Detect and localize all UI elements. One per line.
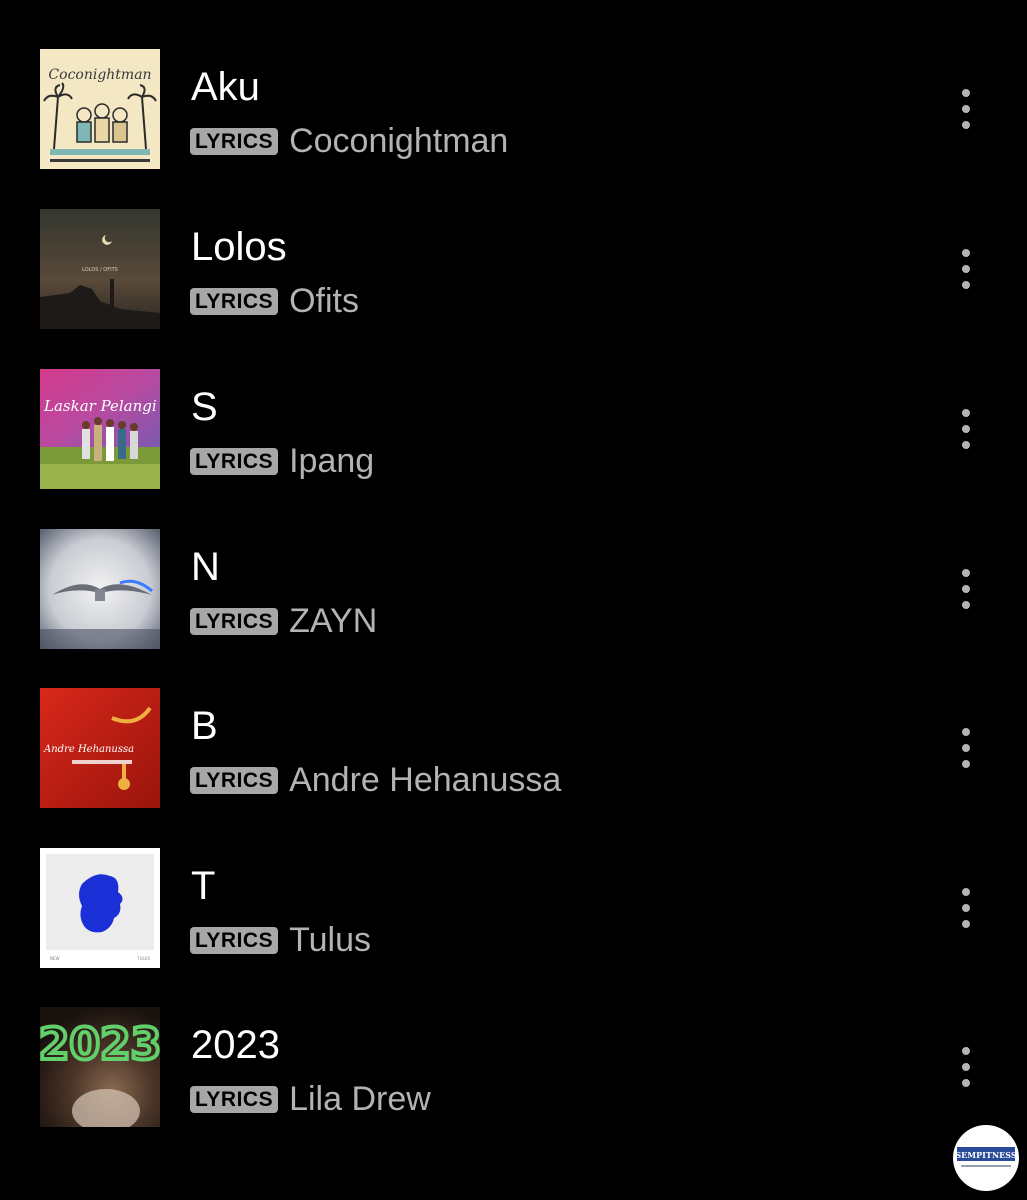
more-dots-icon bbox=[962, 89, 970, 97]
cover-footer-left: NEW bbox=[50, 956, 60, 961]
track-meta: LYRICS Ipang bbox=[190, 441, 374, 481]
artist-name: Andre Hehanussa bbox=[289, 761, 562, 799]
more-dots-icon bbox=[962, 409, 970, 417]
track-row[interactable]: LOLOS / OFITS Lolos LYRICS Ofits bbox=[0, 209, 1027, 369]
track-meta: LYRICS Coconightman bbox=[190, 121, 508, 161]
artist-name: Coconightman bbox=[289, 122, 509, 160]
track-title: T bbox=[191, 864, 216, 908]
track-meta: LYRICS Tulus bbox=[190, 920, 371, 960]
track-row[interactable]: Coconightman Aku LYRICS Coconightman bbox=[0, 49, 1027, 209]
more-dots-icon bbox=[962, 728, 970, 736]
more-dots-icon bbox=[962, 1047, 970, 1055]
more-options-button[interactable] bbox=[946, 878, 986, 938]
album-art-laskar-pelangi: Laskar Pelangi bbox=[40, 369, 160, 489]
artist-name: Lila Drew bbox=[289, 1080, 431, 1118]
more-options-button[interactable] bbox=[946, 399, 986, 459]
lyrics-badge: LYRICS bbox=[190, 447, 279, 475]
watermark-text: SEMPITNESS bbox=[955, 1150, 1016, 1160]
track-row[interactable]: Laskar Pelangi S LYRICS Ipang bbox=[0, 369, 1027, 529]
lyrics-badge: LYRICS bbox=[190, 766, 279, 794]
track-row[interactable]: N LYRICS ZAYN bbox=[0, 529, 1027, 689]
album-art-ofits: LOLOS / OFITS bbox=[40, 209, 160, 329]
cover-script-text: Laskar Pelangi bbox=[43, 397, 157, 415]
album-art-zayn bbox=[40, 529, 160, 649]
track-meta: LYRICS Lila Drew bbox=[190, 1079, 431, 1119]
track-title: 2023 bbox=[191, 1023, 280, 1067]
artist-name: Ofits bbox=[289, 282, 359, 320]
track-title: Lolos bbox=[191, 225, 287, 269]
more-options-button[interactable] bbox=[946, 79, 986, 139]
lyrics-badge: LYRICS bbox=[190, 607, 279, 635]
cover-script-text: 2023 bbox=[40, 1019, 160, 1070]
album-art-tulus: NEW TULUS bbox=[40, 848, 160, 968]
track-title: B bbox=[191, 704, 218, 748]
more-options-button[interactable] bbox=[946, 559, 986, 619]
track-title: Aku bbox=[191, 65, 260, 109]
cover-script-text: Andre Hehanussa bbox=[43, 744, 134, 755]
more-dots-icon bbox=[962, 249, 970, 257]
track-meta: LYRICS Andre Hehanussa bbox=[190, 760, 561, 800]
lyrics-badge: LYRICS bbox=[190, 1085, 279, 1113]
artist-name: ZAYN bbox=[289, 602, 378, 640]
album-art-coconightman: Coconightman bbox=[40, 49, 160, 169]
track-row[interactable]: Andre Hehanussa B LYRICS Andre Hehanussa bbox=[0, 688, 1027, 848]
watermark-logo: SEMPITNESS bbox=[953, 1125, 1019, 1191]
track-title: S bbox=[191, 385, 218, 429]
track-meta: LYRICS Ofits bbox=[190, 281, 359, 321]
track-row[interactable]: NEW TULUS T LYRICS Tulus bbox=[0, 848, 1027, 1008]
track-row[interactable]: 2023 2023 LYRICS Lila Drew bbox=[0, 1007, 1027, 1167]
lyrics-badge: LYRICS bbox=[190, 127, 279, 155]
more-dots-icon bbox=[962, 569, 970, 577]
lyrics-badge: LYRICS bbox=[190, 926, 279, 954]
more-options-button[interactable] bbox=[946, 1037, 986, 1097]
cover-brand-text: Coconightman bbox=[48, 67, 151, 83]
more-options-button[interactable] bbox=[946, 718, 986, 778]
artist-name: Tulus bbox=[289, 921, 371, 959]
track-title: N bbox=[191, 545, 220, 589]
cover-footer-right: TULUS bbox=[136, 956, 150, 961]
cover-caption: LOLOS / OFITS bbox=[82, 267, 118, 273]
album-art-andre-hehanussa: Andre Hehanussa bbox=[40, 688, 160, 808]
more-options-button[interactable] bbox=[946, 239, 986, 299]
album-art-lila-drew: 2023 bbox=[40, 1007, 160, 1127]
more-dots-icon bbox=[962, 888, 970, 896]
track-meta: LYRICS ZAYN bbox=[190, 601, 377, 641]
artist-name: Ipang bbox=[289, 442, 375, 480]
lyrics-badge: LYRICS bbox=[190, 287, 279, 315]
